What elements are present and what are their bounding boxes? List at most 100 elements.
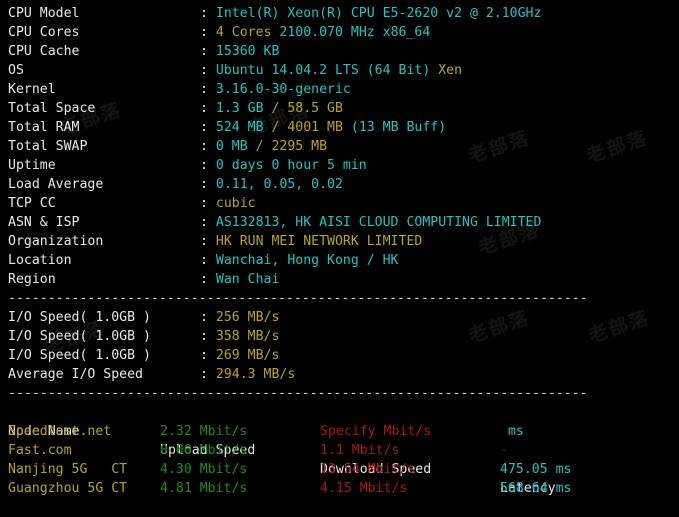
- io-speed-label: I/O Speed( 1.0GB ): [8, 308, 200, 327]
- info-value: 524 MB: [216, 120, 272, 135]
- separator-top: ----------------------------------------…: [0, 289, 679, 308]
- info-label: TCP CC: [8, 194, 200, 213]
- info-row: Uptime: 0 days 0 hour 5 min: [0, 156, 679, 175]
- speedtest-row: Guangzhou 5G CT4.81 Mbit/s4.15 Mbit/s568…: [0, 479, 679, 498]
- info-value: 0 MB: [216, 139, 256, 154]
- io-speed-value: 358 MB/s: [216, 329, 280, 344]
- info-label: Total SWAP: [8, 137, 200, 156]
- speedtest-upload-speed: 0.00 Mbit/s: [160, 441, 247, 460]
- info-colon: :: [200, 177, 216, 192]
- info-row: Load Average: 0.11, 0.05, 0.02: [0, 175, 679, 194]
- info-row: Total SWAP: 0 MB / 2295 MB: [0, 137, 679, 156]
- io-speed-colon: :: [200, 367, 216, 382]
- info-value: / 4001 MB: [271, 120, 350, 135]
- info-label: Total Space: [8, 99, 200, 118]
- info-value: 0.11, 0.05, 0.02: [216, 177, 343, 192]
- info-colon: :: [200, 253, 216, 268]
- separator-bottom: ----------------------------------------…: [0, 384, 679, 403]
- info-colon: :: [200, 272, 216, 287]
- speedtest-node-name: Fast.com: [8, 441, 72, 460]
- io-speed-value: 256 MB/s: [216, 310, 280, 325]
- info-value: 1.3 GB: [216, 101, 272, 116]
- speedtest-header-row: Node Name Upload Speed Download Speed La…: [0, 403, 679, 422]
- info-value: Wan Chai: [216, 272, 280, 287]
- speedtest-latency: -: [500, 441, 508, 460]
- speedtest-latency: 475.05 ms: [500, 460, 571, 479]
- info-value: Wanchai, Hong Kong / HK: [216, 253, 399, 268]
- info-label: OS: [8, 61, 200, 80]
- io-speed-colon: :: [200, 329, 216, 344]
- speedtest-upload-speed: 4.30 Mbit/s: [160, 460, 247, 479]
- info-row: OS: Ubuntu 14.04.2 LTS (64 Bit) Xen: [0, 61, 679, 80]
- speedtest-upload-speed: 2.32 Mbit/s: [160, 422, 247, 441]
- info-colon: :: [200, 139, 216, 154]
- speedtest-node-name: Speedtest.net: [8, 422, 111, 441]
- info-value: Intel(R) Xeon(R) CPU E5-2620 v2 @ 2.10GH…: [216, 6, 542, 21]
- info-colon: :: [200, 63, 216, 78]
- info-value: / 2295 MB: [256, 139, 327, 154]
- info-value: Xen: [438, 63, 462, 78]
- info-row: Location: Wanchai, Hong Kong / HK: [0, 251, 679, 270]
- info-label: CPU Model: [8, 4, 200, 23]
- info-label: Uptime: [8, 156, 200, 175]
- io-speed-colon: :: [200, 310, 216, 325]
- io-speed-colon: :: [200, 348, 216, 363]
- info-colon: :: [200, 158, 216, 173]
- speedtest-upload-speed: 4.81 Mbit/s: [160, 479, 247, 498]
- io-speed-label: I/O Speed( 1.0GB ): [8, 346, 200, 365]
- speedtest-rows: Speedtest.net 2.32 Mbit/s Specify Mbit/s m…: [0, 422, 679, 498]
- info-label: Region: [8, 270, 200, 289]
- speedtest-node-name: Nanjing 5G CT: [8, 460, 127, 479]
- info-value: 2100.070 MHz x86_64: [279, 25, 430, 40]
- speedtest-row: Nanjing 5G CT 4.30 Mbit/s 13.54 Mbit/s 475.…: [0, 460, 679, 479]
- info-row: CPU Cores: 4 Cores 2100.070 MHz x86_64: [0, 23, 679, 42]
- speedtest-download-speed: 1.1 Mbit/s: [320, 441, 399, 460]
- io-speed-row: I/O Speed( 1.0GB ): 256 MB/s: [0, 308, 679, 327]
- io-speed-row: I/O Speed( 1.0GB ): 269 MB/s: [0, 346, 679, 365]
- speedtest-latency: ms: [500, 422, 524, 441]
- info-value: Ubuntu 14.04.2 LTS (64 Bit): [216, 63, 438, 78]
- io-speed-value: 269 MB/s: [216, 348, 280, 363]
- info-value: 0 days 0 hour 5 min: [216, 158, 367, 173]
- info-colon: :: [200, 82, 216, 97]
- info-value: 15360 KB: [216, 44, 280, 59]
- info-value: (13 MB Buff): [351, 120, 446, 135]
- info-colon: :: [200, 44, 216, 59]
- info-row: Kernel: 3.16.0-30-generic: [0, 80, 679, 99]
- info-value: 4 Cores: [216, 25, 280, 40]
- speedtest-download-speed: 4.15 Mbit/s: [320, 479, 407, 498]
- info-colon: :: [200, 101, 216, 116]
- info-colon: :: [200, 215, 216, 230]
- speedtest-latency: 568.64 ms: [500, 479, 571, 498]
- io-speed-block: I/O Speed( 1.0GB ): 256 MB/sI/O Speed( 1…: [0, 308, 679, 384]
- info-row: Total RAM: 524 MB / 4001 MB (13 MB Buff): [0, 118, 679, 137]
- speedtest-row: Speedtest.net 2.32 Mbit/s Specify Mbit/s m…: [0, 422, 679, 441]
- info-colon: :: [200, 25, 216, 40]
- info-row: CPU Cache: 15360 KB: [0, 42, 679, 61]
- speedtest-row: Fast.com 0.00 Mbit/s 1.1 Mbit/s -: [0, 441, 679, 460]
- info-value: cubic: [216, 196, 256, 211]
- info-label: Kernel: [8, 80, 200, 99]
- speedtest-download-speed: 13.54 Mbit/s: [320, 460, 415, 479]
- io-speed-row: I/O Speed( 1.0GB ): 358 MB/s: [0, 327, 679, 346]
- info-value: HK RUN MEI NETWORK LIMITED: [216, 234, 422, 249]
- info-colon: :: [200, 120, 216, 135]
- io-speed-label: Average I/O Speed: [8, 365, 200, 384]
- io-speed-value: 294.3 MB/s: [216, 367, 295, 382]
- io-speed-row: Average I/O Speed: 294.3 MB/s: [0, 365, 679, 384]
- info-label: Total RAM: [8, 118, 200, 137]
- info-value: 3.16.0-30-generic: [216, 82, 351, 97]
- info-colon: :: [200, 6, 216, 21]
- info-label: CPU Cache: [8, 42, 200, 61]
- io-speed-label: I/O Speed( 1.0GB ): [8, 327, 200, 346]
- info-row: Region: Wan Chai: [0, 270, 679, 289]
- info-row: CPU Model: Intel(R) Xeon(R) CPU E5-2620 …: [0, 4, 679, 23]
- info-colon: :: [200, 196, 216, 211]
- info-label: Location: [8, 251, 200, 270]
- info-row: Organization: HK RUN MEI NETWORK LIMITED: [0, 232, 679, 251]
- speedtest-download-speed: Specify Mbit/s: [320, 422, 431, 441]
- info-label: CPU Cores: [8, 23, 200, 42]
- info-label: Organization: [8, 232, 200, 251]
- info-label: Load Average: [8, 175, 200, 194]
- info-value: AS132813, HK AISI CLOUD COMPUTING LIMITE…: [216, 215, 542, 230]
